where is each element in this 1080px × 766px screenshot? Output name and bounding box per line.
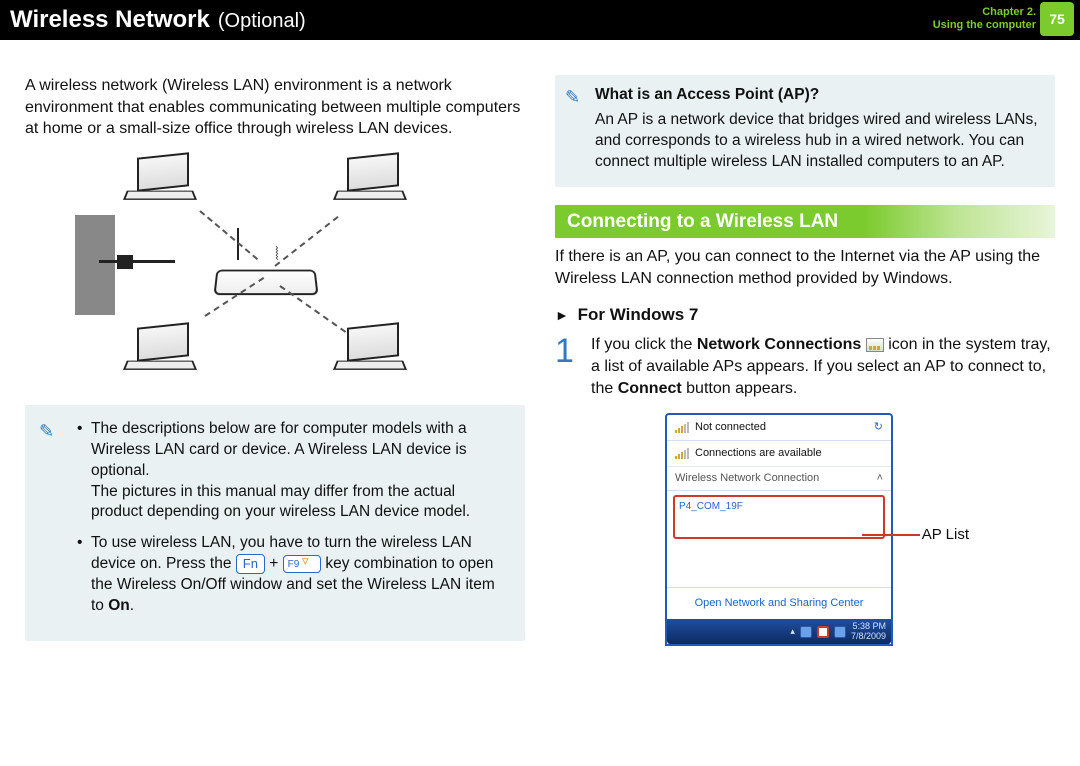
note-bullet-2: To use wireless LAN, you have to turn th… (77, 533, 507, 617)
tray-network-icon[interactable] (817, 626, 829, 638)
title-main: Wireless Network (10, 6, 210, 34)
open-network-center-link[interactable]: Open Network and Sharing Center (667, 587, 891, 619)
laptop-graphic (335, 155, 415, 215)
ap-item[interactable]: P4_COM_19F (679, 501, 743, 512)
taskbar-clock[interactable]: 5:38 PM 7/8/2009 (851, 622, 886, 642)
clock-date: 7/8/2009 (851, 632, 886, 642)
signal-bars-icon (675, 448, 689, 459)
laptop-graphic (335, 325, 415, 385)
connect-term: Connect (618, 380, 682, 397)
chevron-up-icon: ˄ (877, 471, 883, 486)
chevron-up-icon[interactable]: ▴ (790, 625, 795, 637)
wireless-antenna-icon (302, 557, 316, 567)
note-bullet-1: The descriptions below are for computer … (77, 419, 507, 524)
wall-plug-graphic (117, 255, 133, 269)
wlan-diagram: ⦚ (85, 155, 465, 395)
note-pen-icon: ✎ (39, 419, 54, 443)
step-1: 1 If you click the Network Connections i… (555, 334, 1055, 399)
network-connections-term: Network Connections (697, 336, 861, 353)
wireless-section-label: Wireless Network Connection (675, 471, 819, 486)
section-paragraph: If there is an AP, you can connect to th… (555, 246, 1055, 289)
notes-box: ✎ The descriptions below are for compute… (25, 405, 525, 641)
header-meta: Chapter 2. Using the computer 75 (933, 2, 1074, 36)
laptop-graphic (125, 325, 205, 385)
flyout-spacer (667, 543, 891, 587)
note-text: The descriptions below are for computer … (91, 420, 467, 479)
triangle-marker-icon: ► (555, 307, 569, 323)
taskbar: ▴ 5:38 PM 7/8/2009 (667, 619, 891, 645)
left-column: A wireless network (Wireless LAN) enviro… (25, 75, 525, 646)
f9-key-icon: F9 (283, 555, 321, 573)
ap-question: What is an Access Point (AP)? (595, 85, 1041, 106)
right-column: ✎ What is an Access Point (AP)? An AP is… (555, 75, 1055, 646)
on-word: On (108, 597, 130, 614)
subsection-heading: ► For Windows 7 (555, 304, 1055, 327)
step-number: 1 (555, 334, 581, 399)
access-point-infobox: ✎ What is an Access Point (AP)? An AP is… (555, 75, 1055, 187)
signal-bars-icon (675, 422, 689, 433)
tray-flag-icon[interactable] (800, 626, 812, 638)
step-text: If you click the Network Connections ico… (591, 334, 1055, 399)
section-heading: Connecting to a Wireless LAN (555, 205, 1055, 239)
ap-list-area[interactable]: P4_COM_19F (673, 495, 885, 539)
fn-key-icon: Fn (236, 554, 265, 574)
note-text: The pictures in this manual may differ f… (91, 483, 470, 521)
network-connections-icon (866, 338, 884, 352)
windows-network-flyout-wrap: Not connected ↻ Connections are availabl… (665, 413, 893, 646)
page-content: A wireless network (Wireless LAN) enviro… (0, 40, 1080, 656)
tray-volume-icon[interactable] (834, 626, 846, 638)
plus-text: + (269, 555, 282, 572)
refresh-icon[interactable]: ↻ (874, 420, 883, 435)
page-title: Wireless Network (Optional) (10, 6, 306, 34)
connections-available-label: Connections are available (695, 446, 822, 461)
subsection-label: For Windows 7 (578, 305, 699, 324)
windows-network-flyout: Not connected ↻ Connections are availabl… (665, 413, 893, 646)
period: . (130, 597, 134, 614)
wireless-section-header[interactable]: Wireless Network Connection ˄ (667, 467, 891, 491)
page-header: Wireless Network (Optional) Chapter 2. U… (0, 0, 1080, 40)
router-graphic: ⦚ (215, 250, 325, 300)
title-subtitle: (Optional) (218, 10, 306, 33)
ap-answer: An AP is a network device that bridges w… (595, 110, 1041, 173)
flyout-available-row: Connections are available (667, 441, 891, 467)
intro-paragraph: A wireless network (Wireless LAN) enviro… (25, 75, 525, 140)
ap-list-callout: AP List (922, 525, 969, 545)
flyout-status-row: Not connected ↻ (667, 415, 891, 441)
not-connected-label: Not connected (695, 420, 868, 435)
page-number-badge: 75 (1040, 2, 1074, 36)
laptop-graphic (125, 155, 205, 215)
key-label: F9 (288, 559, 300, 570)
chapter-label: Chapter 2. (933, 6, 1036, 19)
section-label: Using the computer (933, 19, 1036, 32)
note-pen-icon: ✎ (565, 85, 580, 109)
wall-graphic (75, 215, 115, 315)
